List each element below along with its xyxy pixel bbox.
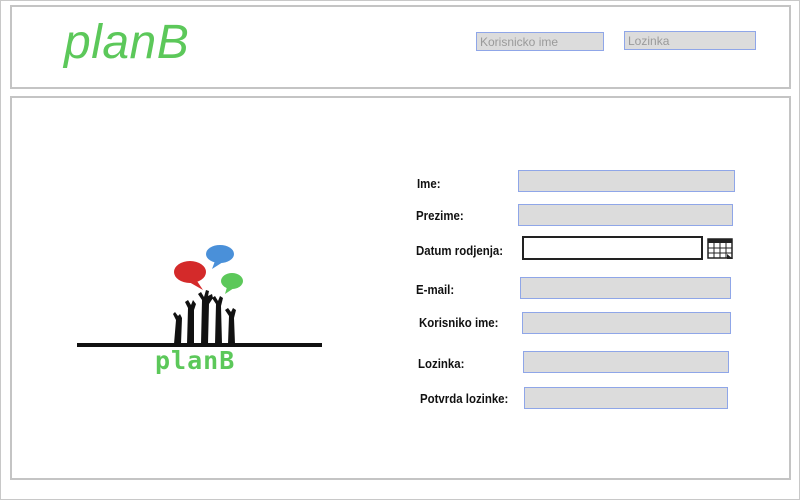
- speech-bubble-red-tail: [189, 281, 203, 290]
- potvrda-lozinke-label: Potvrda lozinke:: [420, 391, 509, 406]
- prezime-input[interactable]: [518, 204, 733, 226]
- header-password-input[interactable]: [624, 31, 756, 50]
- ime-input[interactable]: [518, 170, 735, 192]
- korisnicko-ime-label: Korisniko ime:: [419, 315, 499, 330]
- speech-bubble-green: [221, 273, 243, 289]
- lozinka-label: Lozinka:: [418, 356, 465, 371]
- email-label: E-mail:: [416, 282, 455, 297]
- potvrda-lozinke-input[interactable]: [524, 387, 728, 409]
- prezime-label: Prezime:: [416, 208, 464, 223]
- speech-bubble-red: [174, 261, 206, 283]
- brand-logo-text: planB: [64, 16, 190, 69]
- calendar-icon[interactable]: [707, 237, 735, 261]
- datum-rodjenja-input[interactable]: [522, 236, 703, 260]
- datum-rodjenja-label: Datum rodjenja:: [416, 243, 504, 258]
- speech-bubble-blue-tail: [212, 261, 223, 269]
- header: planB: [10, 5, 791, 89]
- raised-hands: [173, 290, 236, 344]
- speech-bubble-green-tail: [225, 287, 234, 294]
- header-username-input[interactable]: [476, 32, 604, 51]
- speech-bubble-blue: [206, 245, 234, 263]
- korisnicko-ime-input[interactable]: [522, 312, 731, 334]
- lozinka-input[interactable]: [523, 351, 729, 373]
- ime-label: Ime:: [417, 176, 441, 191]
- logo-caption: planB: [155, 346, 236, 375]
- email-input[interactable]: [520, 277, 731, 299]
- registration-panel: planB Ime: Prezime: Datum rodjenja: E-ma…: [10, 96, 791, 480]
